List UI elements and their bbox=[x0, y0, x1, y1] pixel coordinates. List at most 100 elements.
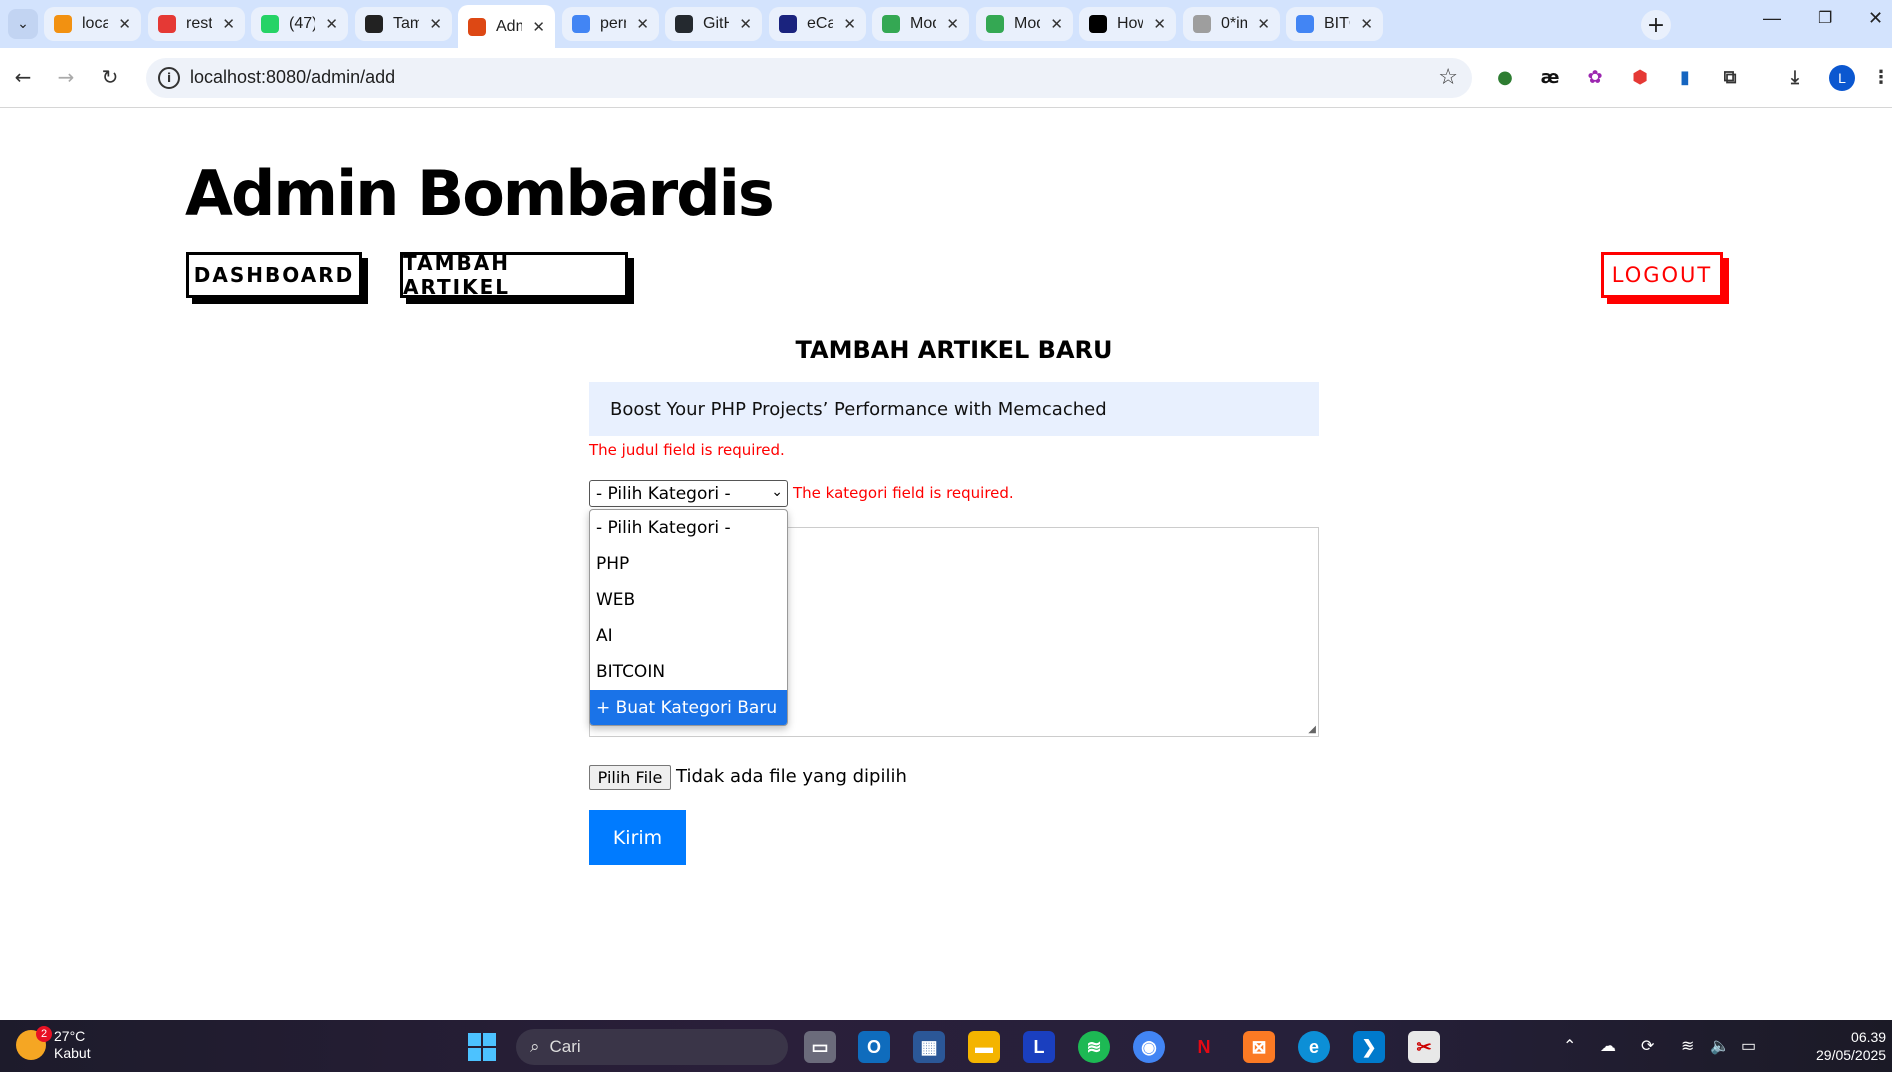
profile-avatar[interactable]: L bbox=[1829, 65, 1855, 91]
download-icon[interactable]: ⤓ bbox=[1782, 64, 1808, 90]
browser-tab[interactable]: (47) WhatsApp ✕ bbox=[251, 7, 348, 41]
windows-logo-icon bbox=[468, 1033, 481, 1046]
resize-grip-icon[interactable]: ◢ bbox=[1308, 724, 1316, 735]
file-explorer-icon[interactable]: ▬ bbox=[968, 1031, 1000, 1063]
taskbar-clock[interactable]: 06.39 29/05/2025 bbox=[1816, 1028, 1886, 1064]
extension-clipboard-icon[interactable]: ▮ bbox=[1672, 64, 1698, 90]
spotify-icon[interactable]: ≋ bbox=[1078, 1031, 1110, 1063]
browser-tab-title: Modul bbox=[1014, 15, 1040, 32]
kategori-option[interactable]: WEB bbox=[590, 582, 787, 618]
sync-icon[interactable]: ⟳ bbox=[1641, 1036, 1654, 1056]
codeigniter-icon bbox=[468, 17, 486, 36]
address-url[interactable]: localhost:8080/admin/add bbox=[190, 67, 395, 88]
judul-input[interactable]: Boost Your PHP Projects’ Performance wit… bbox=[589, 382, 1319, 436]
clock-date: 29/05/2025 bbox=[1816, 1047, 1887, 1063]
logout-button[interactable]: LOGOUT bbox=[1601, 252, 1723, 298]
browser-tab[interactable]: BITCOIN ✕ bbox=[1286, 7, 1383, 41]
reload-icon: ↻ bbox=[101, 65, 119, 89]
snipping-tool-icon[interactable]: ✂ bbox=[1408, 1031, 1440, 1063]
extension-globe-icon[interactable]: ● bbox=[1492, 64, 1518, 90]
file-status-label: Tidak ada file yang dipilih bbox=[676, 766, 907, 787]
reload-button[interactable]: ↻ bbox=[95, 62, 125, 92]
kategori-select[interactable]: - Pilih Kategori - ⌄ bbox=[589, 480, 788, 507]
browser-tab[interactable]: How ✕ bbox=[1079, 7, 1176, 41]
task-view-icon[interactable]: ▭ bbox=[804, 1031, 836, 1063]
extensions-puzzle-icon[interactable]: ⧉ bbox=[1717, 64, 1743, 90]
chevron-down-icon: ⌄ bbox=[771, 484, 783, 500]
close-tab-icon[interactable]: ✕ bbox=[946, 15, 959, 33]
back-button[interactable]: ← bbox=[8, 62, 38, 92]
close-tab-icon[interactable]: ✕ bbox=[636, 15, 649, 33]
store-icon[interactable]: ▦ bbox=[913, 1031, 945, 1063]
xampp-icon[interactable]: ⊠ bbox=[1243, 1031, 1275, 1063]
browser-tab-title: BITCOIN bbox=[1324, 15, 1350, 32]
edge-icon[interactable]: e bbox=[1298, 1031, 1330, 1063]
extension-ae-icon[interactable]: æ bbox=[1537, 64, 1563, 90]
forward-button[interactable]: → bbox=[51, 62, 81, 92]
browser-tab[interactable]: localhost ✕ bbox=[44, 7, 141, 41]
chevron-down-icon: ⌄ bbox=[17, 16, 29, 32]
close-tab-icon[interactable]: ✕ bbox=[739, 15, 752, 33]
browser-tab[interactable]: Modul ✕ bbox=[872, 7, 969, 41]
close-tab-icon[interactable]: ✕ bbox=[1153, 15, 1166, 33]
browser-tab[interactable]: 0*im ✕ bbox=[1183, 7, 1280, 41]
close-tab-icon[interactable]: ✕ bbox=[222, 15, 235, 33]
taskbar-search[interactable]: ⌕ Cari bbox=[516, 1029, 788, 1065]
bookmark-star-icon[interactable]: ☆ bbox=[1438, 65, 1458, 90]
file-choose-button[interactable]: Pilih File bbox=[589, 765, 671, 790]
browser-tab-title: restaurant bbox=[186, 15, 213, 32]
app-icon bbox=[158, 15, 176, 33]
battery-icon[interactable]: ▭ bbox=[1741, 1036, 1756, 1056]
close-tab-icon[interactable]: ✕ bbox=[532, 18, 545, 36]
restore-button[interactable]: ❐ bbox=[1818, 8, 1832, 28]
kategori-option[interactable]: AI bbox=[590, 618, 787, 654]
browser-tab[interactable]: Admin ✕ bbox=[458, 5, 555, 48]
close-tab-icon[interactable]: ✕ bbox=[843, 15, 856, 33]
extension-brain-icon[interactable]: ✿ bbox=[1582, 64, 1608, 90]
kategori-option[interactable]: + Buat Kategori Baru bbox=[590, 690, 787, 725]
menu-kebab-icon[interactable]: ⋮ bbox=[1868, 64, 1892, 90]
browser-tab[interactable]: eCampus ✕ bbox=[769, 7, 866, 41]
weather-widget[interactable]: 2 27°C Kabut bbox=[16, 1026, 91, 1062]
vscode-icon[interactable]: ❯ bbox=[1353, 1031, 1385, 1063]
browser-tab[interactable]: GitHub ✕ bbox=[665, 7, 762, 41]
browser-tab[interactable]: Modul ✕ bbox=[976, 7, 1073, 41]
kategori-error-message: The kategori field is required. bbox=[793, 484, 1014, 502]
google-drive-icon bbox=[986, 15, 1004, 33]
submit-button[interactable]: Kirim bbox=[589, 810, 686, 865]
chrome-icon[interactable]: ◉ bbox=[1133, 1031, 1165, 1063]
nav-dashboard-link[interactable]: DASHBOARD bbox=[186, 252, 362, 298]
nav-tambah-artikel-link[interactable]: TAMBAH ARTIKEL bbox=[400, 251, 628, 299]
extension-stop-icon[interactable]: ⬢ bbox=[1627, 64, 1653, 90]
tray-chevron-up-icon[interactable]: ⌃ bbox=[1563, 1036, 1576, 1056]
start-button[interactable] bbox=[468, 1033, 496, 1061]
kategori-option[interactable]: - Pilih Kategori - bbox=[590, 510, 787, 546]
kategori-option[interactable]: BITCOIN bbox=[590, 654, 787, 690]
volume-icon[interactable]: 🔈 bbox=[1710, 1036, 1730, 1056]
browser-tab[interactable]: restaurant ✕ bbox=[148, 7, 245, 41]
browser-tab-title: GitHub bbox=[703, 15, 730, 32]
browser-tab-title: 0*im bbox=[1221, 15, 1248, 32]
close-tab-icon[interactable]: ✕ bbox=[429, 15, 442, 33]
l-app-icon[interactable]: L bbox=[1023, 1031, 1055, 1063]
onedrive-icon[interactable]: ☁ bbox=[1600, 1036, 1616, 1056]
close-tab-icon[interactable]: ✕ bbox=[325, 15, 338, 33]
site-title: Admin Bombardis bbox=[185, 157, 775, 230]
close-window-button[interactable]: ✕ bbox=[1868, 8, 1883, 29]
outlook-icon[interactable]: O bbox=[858, 1031, 890, 1063]
new-tab-button[interactable]: + bbox=[1641, 10, 1671, 40]
close-tab-icon[interactable]: ✕ bbox=[1257, 15, 1270, 33]
globe-icon bbox=[1193, 15, 1211, 33]
minimize-button[interactable]: — bbox=[1763, 8, 1781, 29]
kategori-option[interactable]: PHP bbox=[590, 546, 787, 582]
tab-search-button[interactable]: ⌄ bbox=[8, 9, 38, 39]
site-info-icon[interactable]: i bbox=[158, 67, 180, 89]
close-tab-icon[interactable]: ✕ bbox=[1360, 15, 1373, 33]
close-tab-icon[interactable]: ✕ bbox=[118, 15, 131, 33]
close-tab-icon[interactable]: ✕ bbox=[1050, 15, 1063, 33]
browser-tab[interactable]: Tambah ✕ bbox=[355, 7, 452, 41]
netflix-icon[interactable]: N bbox=[1188, 1031, 1220, 1063]
browser-tab[interactable]: permission ✕ bbox=[562, 7, 659, 41]
address-bar[interactable]: i localhost:8080/admin/add ☆ bbox=[146, 58, 1472, 98]
wifi-icon[interactable]: ≋ bbox=[1681, 1036, 1694, 1056]
